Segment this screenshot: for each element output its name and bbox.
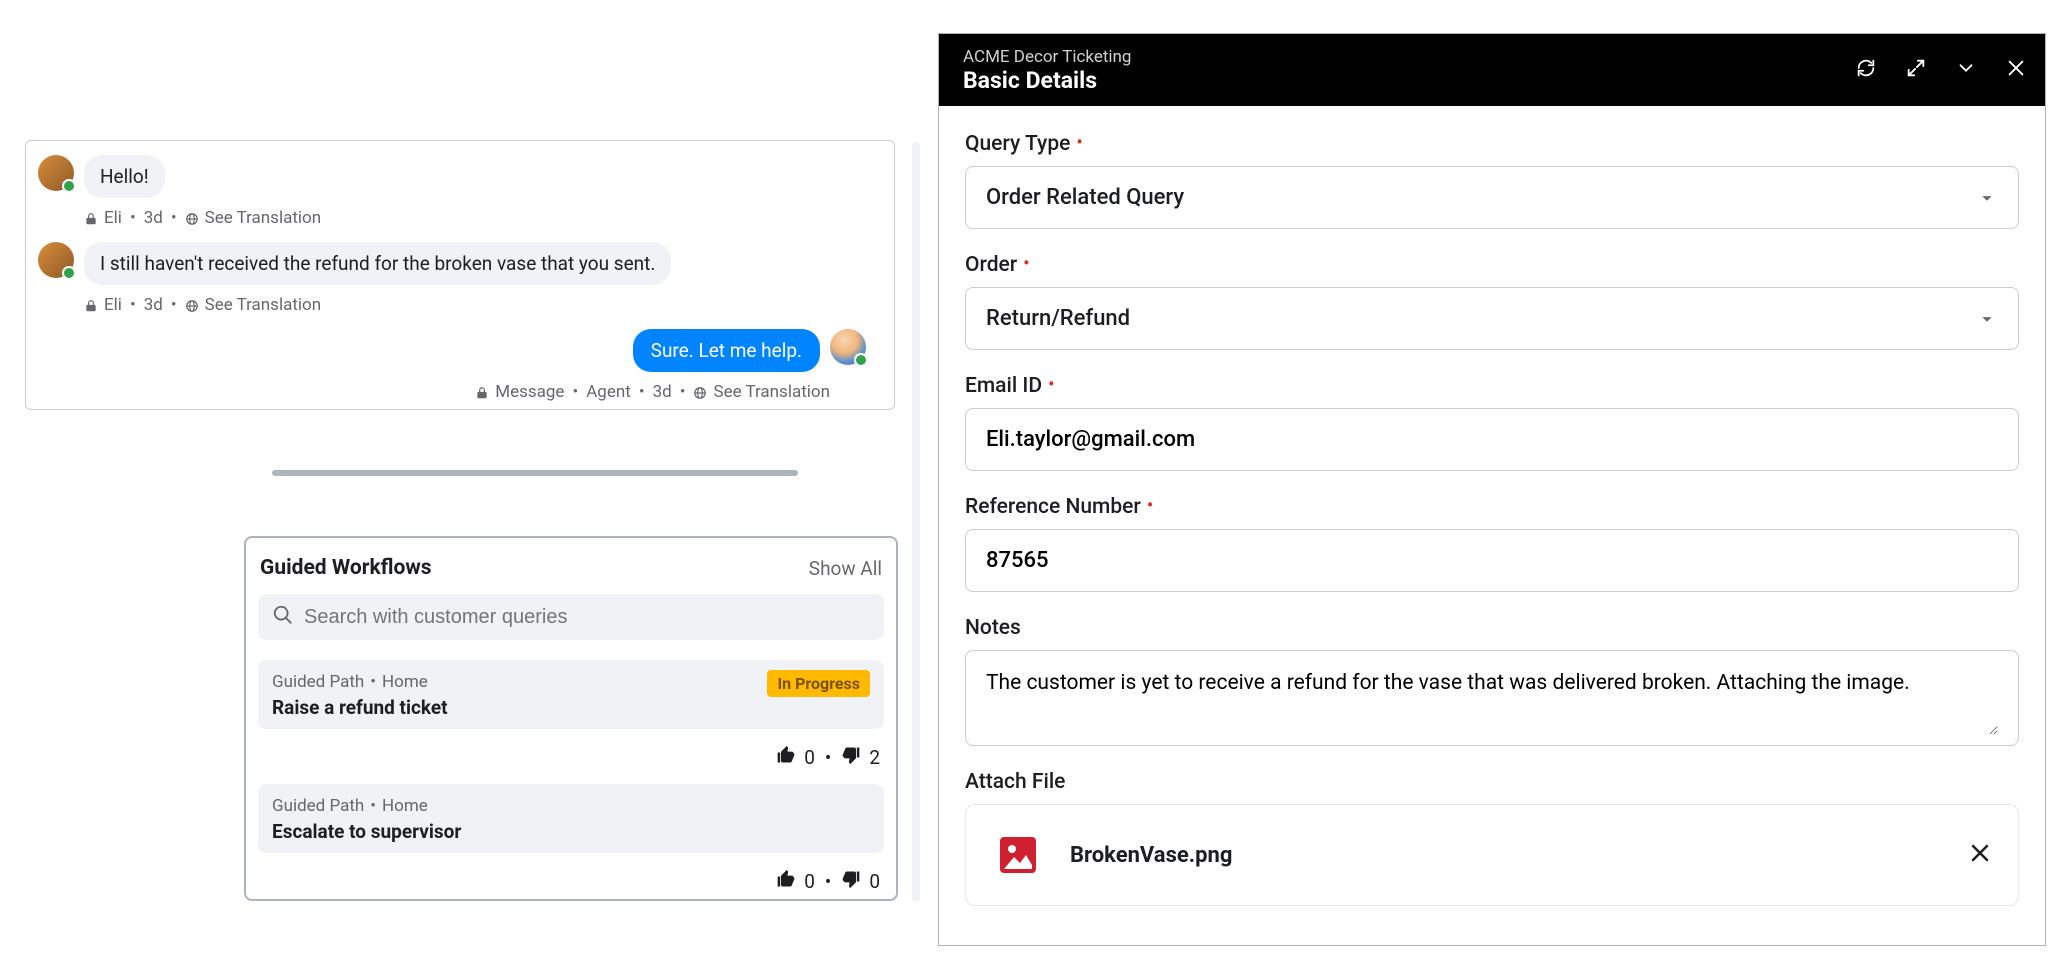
close-icon[interactable]: [2005, 57, 2027, 83]
order-value: Return/Refund: [986, 306, 1130, 331]
avatar: [38, 242, 74, 278]
workflow-votes: 0 2: [258, 735, 884, 784]
order-select[interactable]: Return/Refund: [965, 287, 2019, 350]
ticket-panel: ACME Decor Ticketing Basic Details Query…: [938, 33, 2046, 946]
lock-icon: [84, 298, 98, 312]
message-text: Hello!: [100, 165, 149, 188]
message-author: Eli: [104, 208, 122, 228]
remove-attachment-button[interactable]: [1968, 841, 1992, 869]
refresh-icon[interactable]: [1855, 57, 1877, 83]
message-bubble: Hello!: [84, 155, 165, 198]
expand-icon[interactable]: [1905, 57, 1927, 83]
upvote-count: 0: [804, 870, 815, 893]
ref-field-wrap: [965, 529, 2019, 592]
workflow-crumbs: Guided Path Home: [272, 672, 767, 692]
image-file-icon: [992, 829, 1044, 881]
message-text: Sure. Let me help.: [651, 339, 802, 362]
downvote-count: 0: [869, 870, 880, 893]
message-author: Eli: [104, 295, 122, 315]
message-time: 3d: [144, 295, 163, 315]
ticket-header: ACME Decor Ticketing Basic Details: [939, 34, 2045, 106]
message-text: I still haven't received the refund for …: [100, 252, 655, 275]
message-time: 3d: [653, 382, 672, 402]
chat-transcript: Hello! Eli 3d See Translation I still ha…: [25, 140, 895, 410]
chevron-down-icon[interactable]: [1955, 57, 1977, 83]
presence-dot: [62, 266, 76, 280]
workflow-title: Raise a refund ticket: [272, 696, 870, 719]
lock-icon: [84, 211, 98, 225]
search-icon: [272, 604, 294, 630]
chat-message: Hello!: [38, 155, 876, 198]
email-field-wrap: [965, 408, 2019, 471]
thumbs-down-icon[interactable]: [841, 869, 861, 894]
workflow-card[interactable]: Guided Path Home Escalate to supervisor: [258, 784, 884, 853]
message-bubble: Sure. Let me help.: [633, 329, 820, 372]
chat-message: I still haven't received the refund for …: [38, 242, 876, 285]
workflow-votes: 0 0: [258, 859, 884, 908]
field-label-ref: Reference Number•: [965, 495, 2019, 519]
see-translation-link[interactable]: See Translation: [205, 208, 322, 228]
globe-icon: [693, 385, 707, 399]
avatar: [830, 329, 866, 365]
message-meta: Eli 3d See Translation: [84, 208, 876, 228]
notes-field[interactable]: [986, 669, 1998, 735]
query-type-select[interactable]: Order Related Query: [965, 166, 2019, 229]
message-time: 3d: [144, 208, 163, 228]
presence-dot: [62, 179, 76, 193]
workflow-card[interactable]: In Progress Guided Path Home Raise a ref…: [258, 660, 884, 729]
scrollbar[interactable]: [912, 142, 920, 902]
chat-message: Sure. Let me help.: [38, 329, 876, 372]
resize-divider[interactable]: [272, 470, 798, 476]
thumbs-up-icon[interactable]: [776, 745, 796, 770]
attachment-card: BrokenVase.png: [965, 804, 2019, 906]
message-author: Agent: [586, 382, 631, 402]
chevron-down-icon: [1976, 308, 1998, 330]
field-label-email: Email ID•: [965, 374, 2019, 398]
field-label-query-type: Query Type•: [965, 132, 2019, 156]
workflow-search[interactable]: [258, 594, 884, 640]
workflow-crumbs: Guided Path Home: [272, 796, 870, 816]
email-field[interactable]: [986, 427, 1998, 452]
show-all-link[interactable]: Show All: [809, 557, 882, 580]
field-label-attach: Attach File: [965, 770, 2019, 794]
downvote-count: 2: [869, 746, 880, 769]
notes-field-wrap: [965, 650, 2019, 746]
upvote-count: 0: [804, 746, 815, 769]
section-title: Basic Details: [963, 67, 1131, 94]
message-badge: Message: [495, 382, 564, 402]
query-type-value: Order Related Query: [986, 185, 1184, 210]
message-meta: Eli 3d See Translation: [84, 295, 876, 315]
thumbs-up-icon[interactable]: [776, 869, 796, 894]
guided-workflows-title: Guided Workflows: [260, 556, 432, 580]
chevron-down-icon: [1976, 187, 1998, 209]
attachment-filename: BrokenVase.png: [1070, 843, 1232, 868]
see-translation-link[interactable]: See Translation: [713, 382, 830, 402]
message-meta: Message Agent 3d See Translation: [38, 382, 830, 402]
status-badge: In Progress: [767, 670, 870, 697]
avatar: [38, 155, 74, 191]
field-label-order: Order•: [965, 253, 2019, 277]
thumbs-down-icon[interactable]: [841, 745, 861, 770]
presence-dot: [854, 353, 868, 367]
reference-number-field[interactable]: [986, 548, 1998, 573]
message-bubble: I still haven't received the refund for …: [84, 242, 671, 285]
guided-workflows-panel: Guided Workflows Show All In Progress Gu…: [244, 536, 898, 901]
lock-icon: [475, 385, 489, 399]
globe-icon: [185, 211, 199, 225]
app-name: ACME Decor Ticketing: [963, 47, 1131, 67]
workflow-title: Escalate to supervisor: [272, 820, 870, 843]
workflow-search-input[interactable]: [304, 606, 870, 629]
see-translation-link[interactable]: See Translation: [205, 295, 322, 315]
globe-icon: [185, 298, 199, 312]
field-label-notes: Notes: [965, 616, 2019, 640]
